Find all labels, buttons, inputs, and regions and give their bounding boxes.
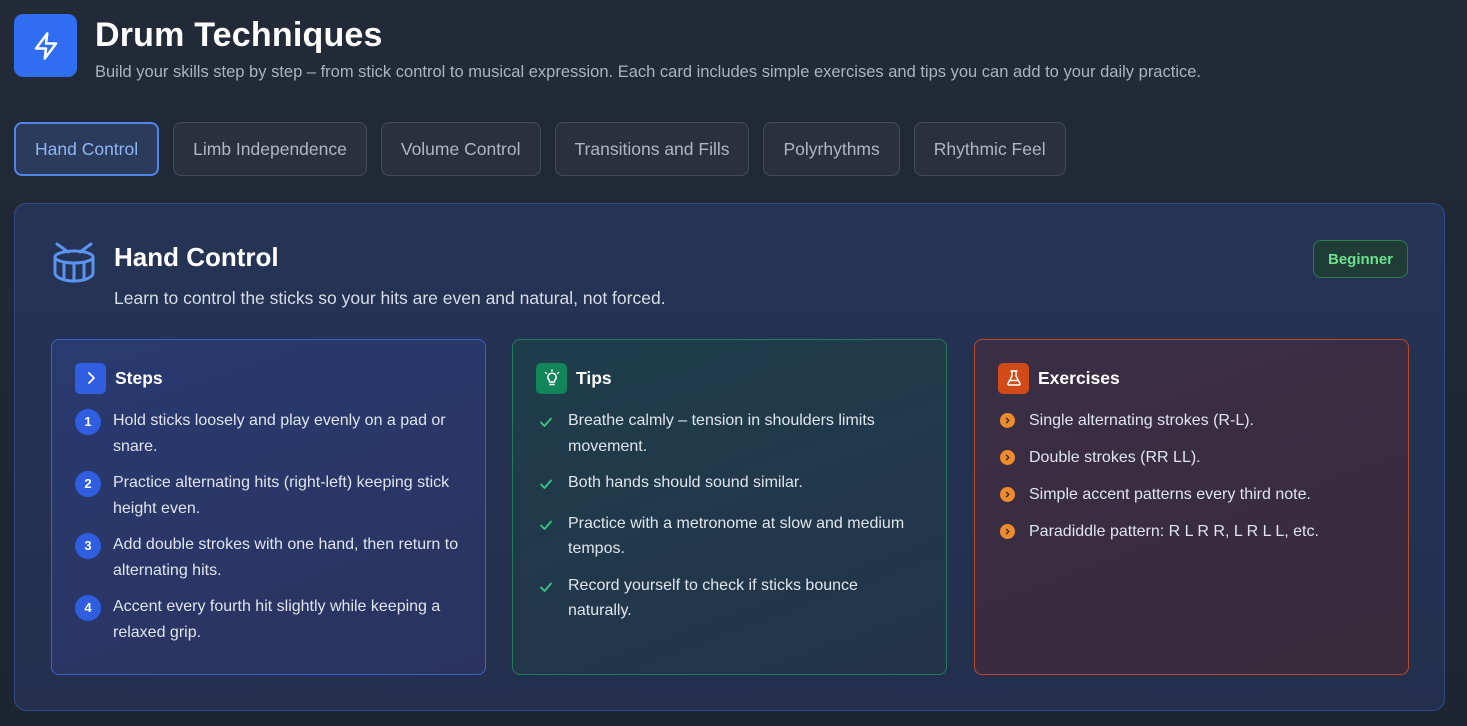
list-item: Practice with a metronome at slow and me…	[536, 511, 923, 562]
step-text: Accent every fourth hit slightly while k…	[113, 598, 441, 641]
tips-list: Breathe calmly – tension in shoulders li…	[536, 408, 923, 624]
technique-tabs: Hand Control Limb Independence Volume Co…	[14, 122, 1066, 176]
exercise-text: Paradiddle pattern: R L R R, L R L L, et…	[1029, 523, 1319, 540]
tab-rhythmic-feel[interactable]: Rhythmic Feel	[913, 122, 1066, 176]
lightbulb-icon	[536, 362, 567, 394]
lightning-icon	[14, 14, 77, 77]
panel-description: Learn to control the sticks so your hits…	[114, 288, 666, 308]
page-title: Drum Techniques	[95, 16, 383, 54]
arrow-bullet-icon	[1000, 413, 1015, 428]
tab-volume-control[interactable]: Volume Control	[380, 122, 541, 176]
chevron-right-icon	[75, 362, 106, 394]
drum-icon	[51, 240, 97, 286]
flask-icon	[998, 362, 1029, 394]
exercises-title: Exercises	[1038, 367, 1120, 388]
tab-limb-independence[interactable]: Limb Independence	[173, 122, 367, 176]
page-header: Drum Techniques Build your skills step b…	[14, 14, 1201, 82]
list-item: Both hands should sound similar.	[536, 470, 923, 500]
panel-title: Hand Control	[114, 242, 279, 272]
step-number: 4	[75, 595, 101, 621]
tip-text: Both hands should sound similar.	[568, 474, 803, 491]
step-number: 2	[75, 471, 101, 497]
check-icon	[539, 474, 555, 500]
exercise-text: Double strokes (RR LL).	[1029, 449, 1201, 466]
list-item: 1 Hold sticks loosely and play evenly on …	[75, 408, 462, 459]
check-icon	[539, 412, 555, 438]
list-item: Record yourself to check if sticks bounc…	[536, 573, 923, 624]
arrow-bullet-icon	[1000, 524, 1015, 539]
arrow-bullet-icon	[1000, 487, 1015, 502]
list-item: 2 Practice alternating hits (right-left) …	[75, 470, 462, 521]
tip-text: Practice with a metronome at slow and me…	[568, 514, 905, 558]
step-text: Hold sticks loosely and play evenly on a…	[113, 412, 446, 455]
tips-title: Tips	[576, 367, 612, 388]
step-number: 1	[75, 409, 101, 435]
technique-panel: Hand Control Learn to control the sticks…	[14, 203, 1445, 711]
exercise-text: Single alternating strokes (R-L).	[1029, 412, 1254, 429]
list-item: Simple accent patterns every third note.	[998, 482, 1385, 508]
steps-title: Steps	[115, 367, 163, 388]
tip-text: Record yourself to check if sticks bounc…	[568, 576, 858, 620]
tab-transitions-and-fills[interactable]: Transitions and Fills	[554, 122, 750, 176]
exercise-text: Simple accent patterns every third note.	[1029, 486, 1311, 503]
list-item: Breathe calmly – tension in shoulders li…	[536, 408, 923, 459]
tips-card: Tips Breathe calmly – tension in shoulde…	[512, 339, 947, 675]
tab-hand-control[interactable]: Hand Control	[14, 122, 160, 176]
exercises-list: Single alternating strokes (R-L). Double…	[998, 408, 1385, 545]
list-item: Double strokes (RR LL).	[998, 445, 1385, 471]
check-icon	[539, 577, 555, 603]
steps-card: Steps 1 Hold sticks loosely and play even…	[51, 339, 486, 675]
exercises-card: Exercises Single alternating strokes (R-…	[974, 339, 1409, 675]
list-item: Single alternating strokes (R-L).	[998, 408, 1385, 434]
check-icon	[539, 515, 555, 541]
list-item: 4 Accent every fourth hit slightly while …	[75, 594, 462, 645]
tip-text: Breathe calmly – tension in shoulders li…	[568, 412, 875, 455]
step-text: Practice alternating hits (right-left) k…	[113, 474, 450, 517]
list-item: 3 Add double strokes with one hand, then …	[75, 532, 462, 583]
page-subtitle: Build your skills step by step – from st…	[95, 63, 1201, 81]
step-text: Add double strokes with one hand, then r…	[113, 536, 459, 579]
list-item: Paradiddle pattern: R L R R, L R L L, et…	[998, 519, 1385, 545]
level-badge: Beginner	[1312, 240, 1408, 278]
steps-list: 1 Hold sticks loosely and play evenly on …	[75, 408, 462, 645]
tab-polyrhythms[interactable]: Polyrhythms	[763, 122, 900, 176]
arrow-bullet-icon	[1000, 450, 1015, 465]
step-number: 3	[75, 533, 101, 559]
